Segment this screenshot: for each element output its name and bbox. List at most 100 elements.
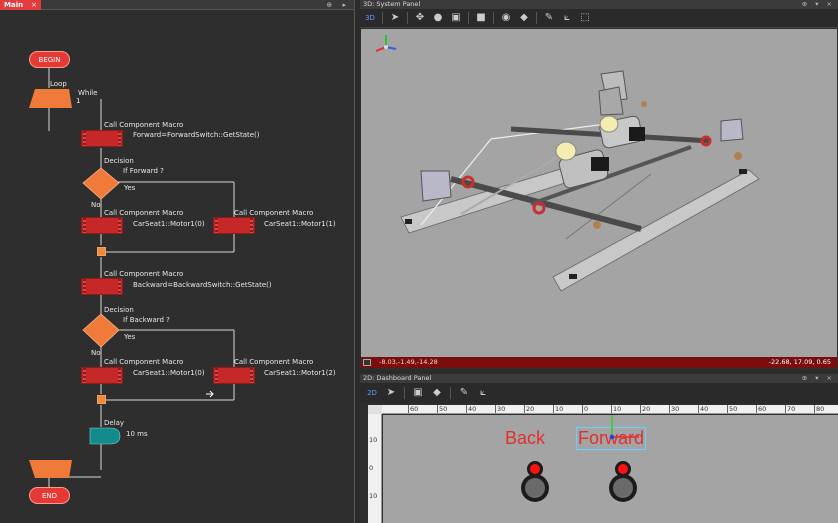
macro4-block[interactable] (81, 278, 123, 295)
ruler-tick-label: 20 (640, 405, 651, 413)
image-icon[interactable]: ▣ (412, 387, 424, 399)
color-sphere-icon[interactable]: ◉ (500, 12, 512, 24)
system-panel: 3D: System Panel ⊕ ▾ × 3D ➤ ✥ ● ▣ ■ ◉ ◆ … (360, 0, 838, 370)
system-panel-title: 3D: System Panel (363, 0, 421, 8)
loop-cond-label: While (78, 89, 98, 97)
ruler-tick-label: 30 (669, 405, 680, 413)
decision1-yes: Yes (124, 184, 136, 192)
view-mode-label[interactable]: 3D (364, 12, 376, 24)
ruler-tick-label: 10 (369, 492, 378, 500)
axes-icon[interactable]: ⟀ (477, 387, 489, 399)
macro1-title: Call Component Macro (104, 121, 184, 129)
ruler-tick-label: 60 (408, 405, 419, 413)
ruler-horizontal: 60 50 40 30 20 10 0 10 20 30 40 50 60 70 80 (382, 405, 838, 414)
image-icon[interactable]: ▣ (450, 12, 462, 24)
ruler-tick-label: 50 (437, 405, 448, 413)
close-icon[interactable]: × (31, 0, 37, 10)
dashboard-panel-title: 2D: Dashboard Panel (363, 374, 432, 382)
back-switch (521, 461, 549, 502)
ruler-tick-label: 30 (495, 405, 506, 413)
pointer-icon[interactable]: ➤ (385, 387, 397, 399)
toolbar-separator (450, 387, 451, 399)
macro3-text: CarSeat1::Motor1(1) (264, 220, 336, 228)
ruler-tick-label: 60 (756, 405, 767, 413)
loop-start-shape (29, 89, 72, 108)
toolbar-separator (382, 12, 383, 24)
tab-main[interactable]: Main × (0, 0, 41, 10)
macro6-text: CarSeat1::Motor1(2) (264, 369, 336, 377)
move-icon[interactable]: ✥ (414, 12, 426, 24)
ruler-tick-label: 80 (814, 405, 825, 413)
sphere-icon[interactable]: ● (432, 12, 444, 24)
decision1-text: If Forward ? (123, 167, 164, 175)
begin-terminal[interactable]: BEGIN (29, 51, 70, 68)
cursor-icon (206, 390, 214, 398)
ruler-tick-label: 10 (611, 405, 622, 413)
panel-controls[interactable]: ⊕ ▸ (326, 0, 350, 10)
macro1-block[interactable] (81, 130, 123, 147)
app-window: Main × ⊕ ▸ BEGIN Loop While 1 Call Compo… (0, 0, 838, 523)
axis-gizmo-icon (375, 35, 397, 52)
toolbar-separator (468, 12, 469, 24)
main-tabbar: Main × ⊕ ▸ (0, 0, 354, 10)
ruler-tick-label: 70 (785, 405, 796, 413)
ruler-vertical: 10 0 10 (368, 414, 382, 523)
status-cursor-coords: -8.03,-1.49,-14.28 (379, 358, 438, 366)
wrench-icon[interactable]: ✎ (458, 387, 470, 399)
system-statusbar: -8.03,-1.49,-14.28 -22.68, 17.09, 0.65 (361, 357, 837, 368)
dashboard-panel-titlebar: 2D: Dashboard Panel ⊕ ▾ × (360, 374, 838, 383)
system-toolbar: 3D ➤ ✥ ● ▣ ■ ◉ ◆ ✎ ⟀ ⬚ (360, 9, 838, 28)
dashboard-mode-label[interactable]: 2D (366, 387, 378, 399)
system-panel-controls[interactable]: ⊕ ▾ × (802, 0, 835, 9)
decision2-merge-node (97, 395, 106, 404)
macro4-text: Backward=BackwardSwitch::GetState() (133, 281, 272, 289)
ruler-tick-label: 10 (369, 436, 378, 444)
decision1-diamond (82, 167, 120, 200)
macro2-block[interactable] (81, 217, 123, 234)
macro3-block[interactable] (213, 217, 255, 234)
bounding-box-icon[interactable]: ⬚ (579, 12, 591, 24)
ruler-tick-label: 50 (727, 405, 738, 413)
decision1-no: No (91, 201, 101, 209)
ruler-tick-label: 10 (553, 405, 564, 413)
loop-end-shape (29, 460, 72, 478)
delay-shape (89, 427, 121, 445)
camera-icon[interactable]: ■ (475, 12, 487, 24)
forward-switch (609, 461, 637, 502)
status-icon (363, 359, 371, 366)
decision1-title: Decision (104, 157, 134, 165)
axes-icon[interactable]: ⟀ (561, 12, 573, 24)
macro2-title: Call Component Macro (104, 209, 184, 217)
toolbar-separator (407, 12, 408, 24)
dashboard-graphics (521, 415, 639, 502)
ruler-tick-label: 0 (582, 405, 589, 413)
decision2-no: No (91, 349, 101, 357)
pointer-icon[interactable]: ➤ (389, 12, 401, 24)
loop-label: Loop (50, 80, 67, 88)
cube-icon[interactable]: ◆ (518, 12, 530, 24)
dashboard-panel: 2D: Dashboard Panel ⊕ ▾ × 2D ➤ ▣ ◆ ✎ ⟀ 6… (360, 374, 838, 523)
ruler-tick-label: 40 (698, 405, 709, 413)
end-terminal[interactable]: END (29, 487, 70, 504)
ruler-tick-label: 0 (369, 464, 374, 472)
cube-icon[interactable]: ◆ (431, 387, 443, 399)
dashboard-panel-controls[interactable]: ⊕ ▾ × (802, 374, 835, 383)
flowchart-canvas[interactable]: BEGIN Loop While 1 Call Component Macro … (0, 11, 354, 523)
macro3-title: Call Component Macro (234, 209, 314, 217)
macro5-block[interactable] (81, 367, 123, 384)
3d-viewport[interactable] (361, 29, 837, 357)
status-camera-coords: -22.68, 17.09, 0.65 (768, 358, 831, 366)
delay-text: 10 ms (126, 430, 148, 438)
wrench-icon[interactable]: ✎ (543, 12, 555, 24)
ruler-tick-label: 40 (466, 405, 477, 413)
2d-dashboard-viewport[interactable]: Back Forward (383, 415, 838, 523)
tab-main-label: Main (4, 1, 24, 9)
delay-title: Delay (104, 419, 125, 427)
ruler-corner (368, 405, 382, 414)
macro4-title: Call Component Macro (104, 270, 184, 278)
macro6-block[interactable] (213, 367, 255, 384)
system-panel-titlebar: 3D: System Panel ⊕ ▾ × (360, 0, 838, 9)
macro5-text: CarSeat1::Motor1(0) (133, 369, 205, 377)
ruler-tick-label: 20 (524, 405, 535, 413)
dashboard-toolbar: 2D ➤ ▣ ◆ ✎ ⟀ (360, 383, 838, 403)
